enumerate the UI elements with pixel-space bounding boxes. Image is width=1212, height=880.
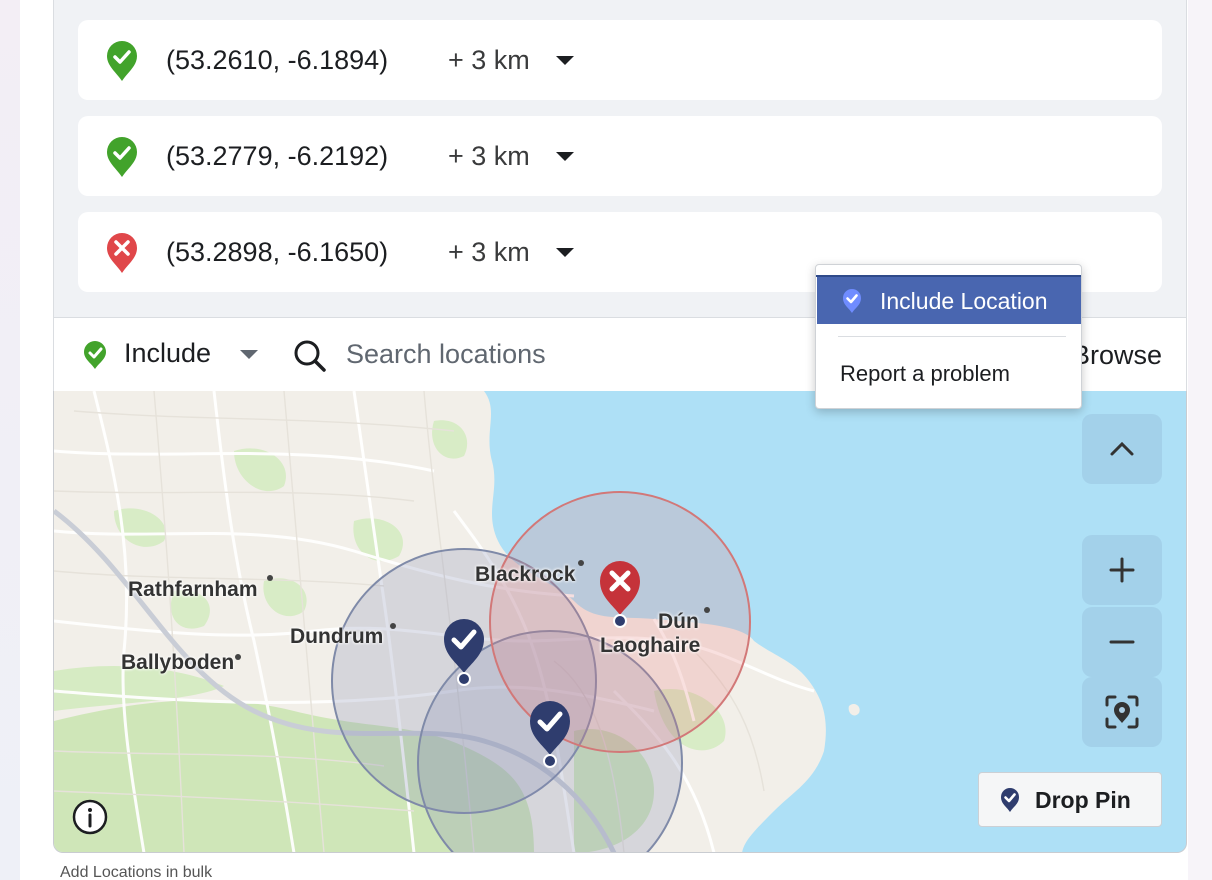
- include-location-menu-item[interactable]: Include Location: [817, 277, 1081, 324]
- drop-pin-icon: [1001, 788, 1019, 812]
- search-icon: [294, 340, 326, 372]
- map-label-rathfarnham: Rathfarnham: [128, 578, 258, 601]
- location-coords: (53.2779, -6.2192): [166, 141, 389, 171]
- radius-dropdown-caret-icon[interactable]: [556, 248, 574, 257]
- map-exclude-pin-icon[interactable]: [598, 559, 642, 631]
- map-include-pin-icon[interactable]: [528, 699, 572, 771]
- include-mode-label[interactable]: Include: [124, 338, 211, 369]
- include-location-label: Include Location: [880, 288, 1048, 314]
- include-check-pin-icon[interactable]: [82, 340, 108, 370]
- include-mode-caret-icon[interactable]: [240, 350, 258, 359]
- location-radius[interactable]: + 3 km: [448, 237, 530, 268]
- map-label-laoghaire: Laoghaire: [600, 634, 701, 657]
- browse-button[interactable]: Browse: [1072, 340, 1162, 371]
- include-check-pin-icon: [107, 41, 137, 81]
- map-label-ballyboden: Ballyboden: [121, 651, 235, 674]
- zoom-in-button[interactable]: [1082, 535, 1162, 605]
- menu-divider: [838, 336, 1066, 337]
- include-check-pin-icon: [843, 289, 861, 313]
- chevron-up-icon: [1110, 441, 1134, 456]
- radius-dropdown-caret-icon[interactable]: [556, 152, 574, 161]
- locate-button[interactable]: [1082, 677, 1162, 747]
- location-coords: (53.2610, -6.1894): [166, 45, 389, 75]
- search-input[interactable]: [346, 334, 806, 374]
- location-row[interactable]: (53.2779, -6.2192) + 3 km: [78, 116, 1162, 196]
- location-radius[interactable]: + 3 km: [448, 141, 530, 172]
- include-check-pin-icon: [107, 137, 137, 177]
- drop-pin-label: Drop Pin: [1035, 787, 1131, 813]
- location-context-menu: Include Location Report a problem: [815, 264, 1082, 409]
- report-problem-menu-item[interactable]: Report a problem: [840, 361, 1010, 387]
- drop-pin-button[interactable]: Drop Pin: [978, 772, 1162, 827]
- bulk-add-link[interactable]: Add Locations in bulk: [60, 864, 212, 880]
- plus-icon: [1109, 557, 1135, 583]
- info-icon[interactable]: [72, 799, 108, 835]
- radius-dropdown-caret-icon[interactable]: [556, 56, 574, 65]
- map-label-dun: Dún: [658, 610, 699, 633]
- map-include-pin-icon[interactable]: [442, 617, 486, 689]
- minus-icon: [1109, 640, 1135, 644]
- zoom-out-button[interactable]: [1082, 607, 1162, 677]
- collapse-map-button[interactable]: [1082, 414, 1162, 484]
- map[interactable]: Rathfarnham Dundrum Ballyboden Blackrock…: [53, 391, 1187, 853]
- left-gradient: [0, 0, 20, 880]
- location-row[interactable]: (53.2610, -6.1894) + 3 km: [78, 20, 1162, 100]
- exclude-x-pin-icon: [107, 233, 137, 273]
- locate-pin-icon: [1105, 695, 1139, 729]
- location-radius[interactable]: + 3 km: [448, 45, 530, 76]
- map-label-blackrock: Blackrock: [475, 563, 576, 586]
- map-label-dundrum: Dundrum: [290, 625, 384, 648]
- location-coords: (53.2898, -6.1650): [166, 237, 389, 267]
